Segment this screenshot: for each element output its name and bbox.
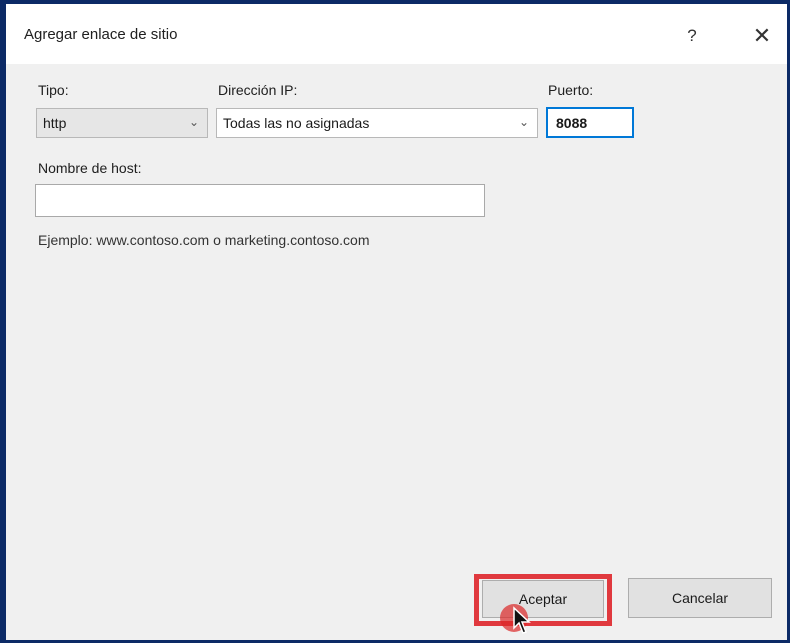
- mouse-pointer-icon: [513, 606, 531, 634]
- ip-select-value: Todas las no asignadas: [223, 115, 370, 131]
- dialog-window: Agregar enlace de sitio ? ✕ Tipo: http ⌄…: [0, 0, 790, 643]
- cancel-button-label: Cancelar: [671, 590, 729, 606]
- chevron-down-icon: ⌄: [188, 115, 199, 129]
- chevron-down-icon: ⌄: [518, 115, 529, 129]
- ip-select[interactable]: Todas las no asignadas ⌄: [216, 108, 538, 138]
- close-button[interactable]: ✕: [744, 18, 780, 54]
- type-select[interactable]: http ⌄: [36, 108, 208, 138]
- title-bar: Agregar enlace de sitio ? ✕: [6, 4, 787, 64]
- close-icon: ✕: [752, 23, 772, 48]
- type-select-value: http: [43, 115, 67, 131]
- type-label: Tipo:: [38, 82, 69, 98]
- ip-label: Dirección IP:: [218, 82, 298, 98]
- host-example-hint: Ejemplo: www.contoso.com o marketing.con…: [38, 232, 370, 248]
- accept-button-label: Aceptar: [518, 591, 568, 607]
- port-input-value: 8088: [556, 114, 588, 131]
- port-input[interactable]: 8088: [546, 107, 634, 138]
- host-input[interactable]: [35, 184, 485, 217]
- host-label: Nombre de host:: [38, 160, 142, 176]
- cancel-button[interactable]: Cancelar: [628, 578, 772, 618]
- help-icon: ?: [687, 26, 697, 45]
- port-label: Puerto:: [548, 82, 594, 98]
- dialog-title: Agregar enlace de sitio: [24, 26, 178, 43]
- help-button[interactable]: ?: [674, 18, 710, 54]
